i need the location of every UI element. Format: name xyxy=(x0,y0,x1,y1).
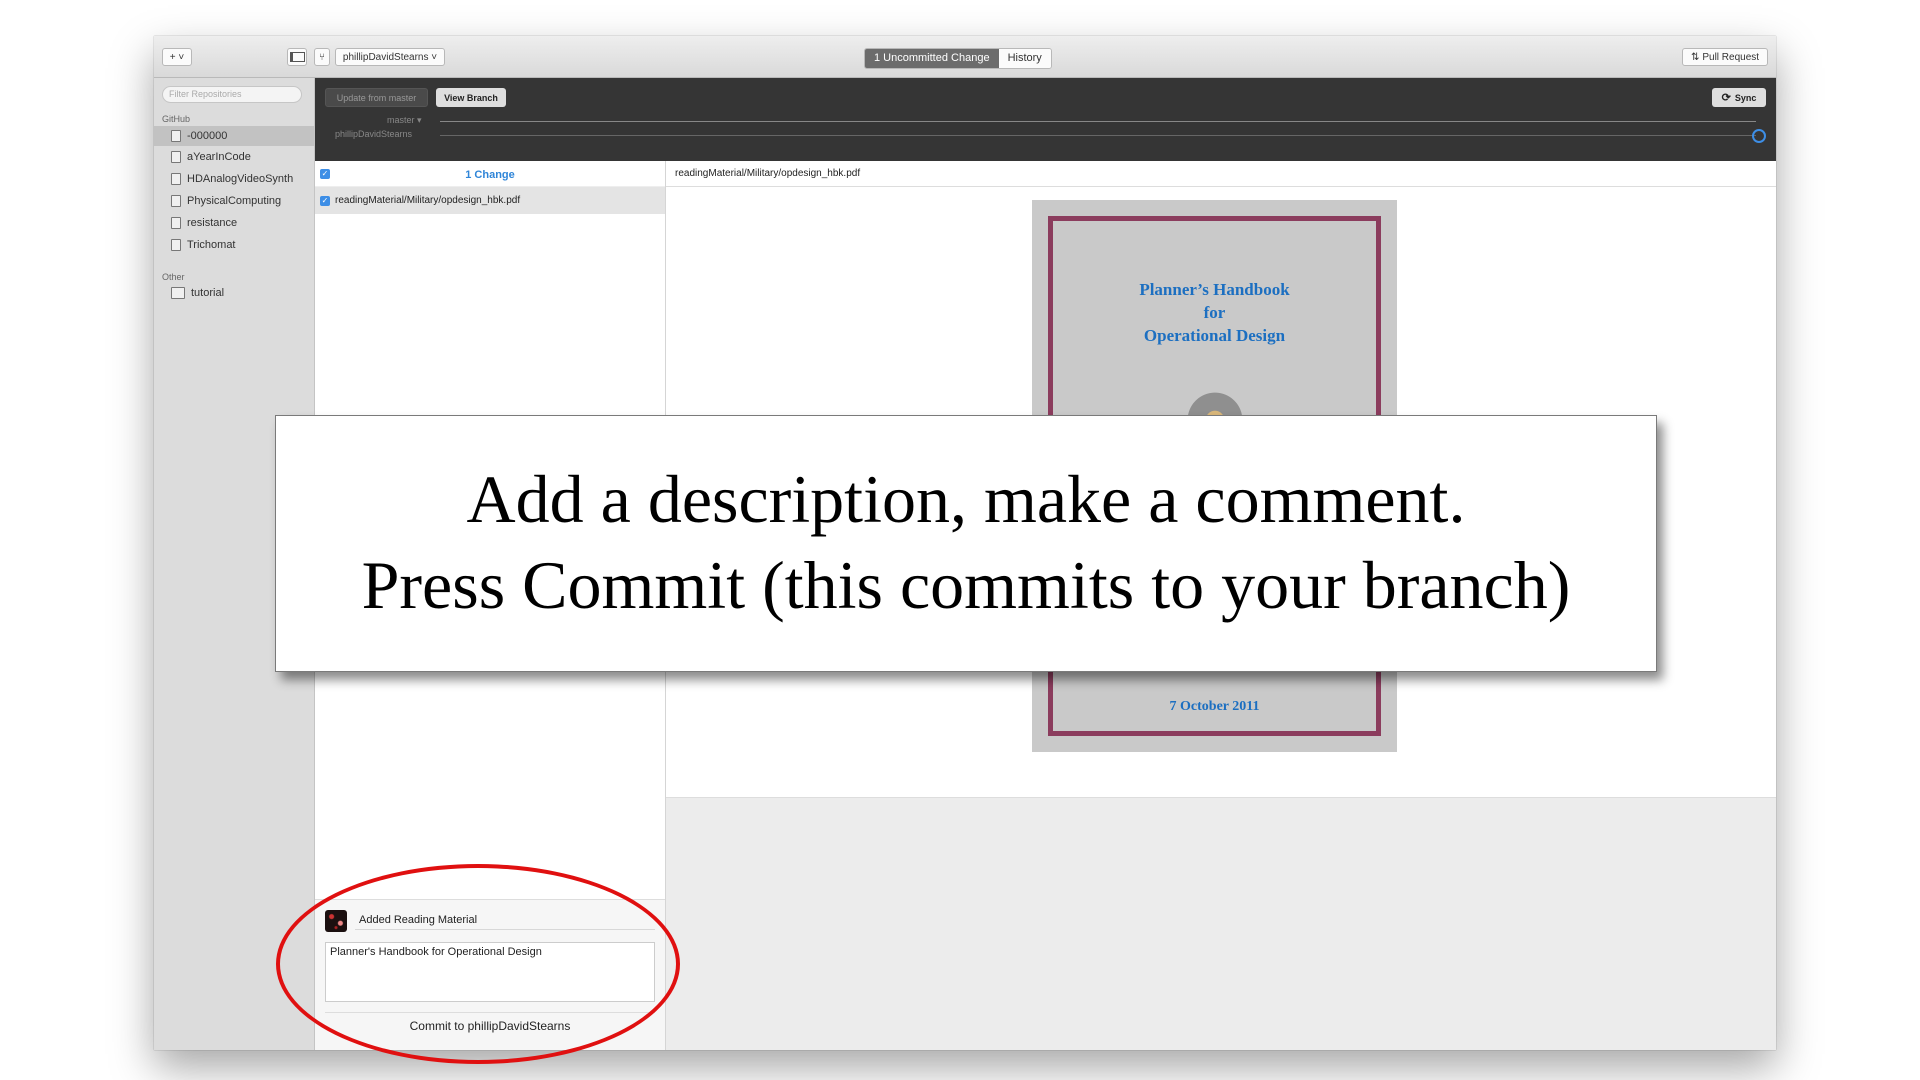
branch-bar: Update from master View Branch ⟳ Sync ma… xyxy=(315,78,1776,161)
sidebar-item-trichomat[interactable]: Trichomat xyxy=(154,235,314,255)
branch-icon-button[interactable]: ⑂ xyxy=(314,48,330,66)
pull-request-label: Pull Request xyxy=(1702,51,1760,63)
sidebar-header-github: GitHub xyxy=(162,114,191,124)
file-checkbox[interactable]: ✓ xyxy=(320,195,330,206)
sidebar-item-label: resistance xyxy=(187,217,238,229)
master-timeline xyxy=(440,121,1756,122)
pull-request-button[interactable]: ⇅ Pull Request xyxy=(1682,48,1768,66)
sidebar-item-resistance[interactable]: resistance xyxy=(154,213,314,233)
sidebar-item-ayearincode[interactable]: aYearInCode xyxy=(154,147,314,167)
sidebar-header-other: Other xyxy=(162,272,185,282)
branch-timeline xyxy=(440,135,1756,136)
add-repo-label: + ˅ xyxy=(169,51,185,63)
computer-icon xyxy=(171,287,185,299)
current-branch-label: phillipDavidStearns xyxy=(335,129,413,139)
branch-select-label: phillipDavidStearns ˅ xyxy=(342,51,438,63)
sidebar-item-physicalcomputing[interactable]: PhysicalComputing xyxy=(154,191,314,211)
sidebar-toggle-icon xyxy=(289,52,305,62)
view-tabs: 1 Uncommitted Change History xyxy=(864,48,1052,69)
titlebar: + ˅ ⑂ phillipDavidStearns ˅ 1 Uncommitte… xyxy=(154,36,1776,78)
callout-line-2: Press Commit (this commits to your branc… xyxy=(361,547,1571,623)
tab-uncommitted-changes[interactable]: 1 Uncommitted Change xyxy=(865,49,999,68)
branch-head-node[interactable] xyxy=(1752,129,1766,143)
repo-icon xyxy=(171,130,181,142)
instruction-callout: Add a description, make a comment. Press… xyxy=(275,415,1657,672)
sync-label: Sync xyxy=(1734,92,1757,103)
diff-file-path: readingMaterial/Military/opdesign_hbk.pd… xyxy=(666,161,1776,187)
change-count-label: 1 Change xyxy=(465,169,515,181)
sync-icon: ⟳ xyxy=(1721,92,1731,104)
pull-request-icon: ⇅ xyxy=(1690,51,1700,63)
pdf-title-line-1: Planner’s Handbook xyxy=(1139,280,1290,299)
repo-icon xyxy=(171,195,181,207)
sidebar-item-tutorial[interactable]: tutorial xyxy=(154,283,314,303)
highlight-ring xyxy=(276,864,680,1064)
sync-button[interactable]: ⟳ Sync xyxy=(1712,88,1766,107)
sidebar-item-label: HDAnalogVideoSynth xyxy=(187,173,294,185)
pdf-title-line-2: for xyxy=(1203,303,1226,322)
changes-header: ✓ 1 Change xyxy=(315,161,665,187)
sidebar-item-label: tutorial xyxy=(191,287,225,299)
pdf-title-line-3: Operational Design xyxy=(1143,326,1286,345)
add-repo-button[interactable]: + ˅ xyxy=(162,48,192,66)
sidebar-item-label: -000000 xyxy=(187,130,228,142)
branch-select[interactable]: phillipDavidStearns ˅ xyxy=(335,48,445,66)
lock-icon xyxy=(171,239,181,251)
repo-icon xyxy=(171,151,181,163)
view-branch-button[interactable]: View Branch xyxy=(436,88,506,107)
lock-icon xyxy=(171,173,181,185)
filter-repositories-input[interactable]: Filter Repositories xyxy=(162,86,302,103)
changed-file-path: readingMaterial/Military/opdesign_hbk.pd… xyxy=(335,195,521,206)
sidebar-item-label: aYearInCode xyxy=(187,151,251,163)
update-from-master-button[interactable]: Update from master xyxy=(325,88,428,107)
sidebar-item-label: PhysicalComputing xyxy=(187,195,282,207)
branch-icon: ⑂ xyxy=(319,51,325,63)
pdf-date: 7 October 2011 xyxy=(1169,699,1260,714)
preview-empty-area xyxy=(666,798,1776,1050)
sidebar-item-hdanalogvideosynth[interactable]: HDAnalogVideoSynth xyxy=(154,169,314,189)
fork-repo-icon xyxy=(171,217,181,229)
master-branch-label: master ▾ xyxy=(387,115,422,125)
changed-file-row[interactable]: ✓ readingMaterial/Military/opdesign_hbk.… xyxy=(315,187,665,214)
sidebar-item-label: Trichomat xyxy=(187,239,236,251)
tab-history[interactable]: History xyxy=(998,49,1051,68)
sidebar-item-000000[interactable]: -000000 xyxy=(154,126,314,146)
sidebar-toggle-button[interactable] xyxy=(287,48,307,66)
callout-line-1: Add a description, make a comment. xyxy=(466,461,1466,537)
